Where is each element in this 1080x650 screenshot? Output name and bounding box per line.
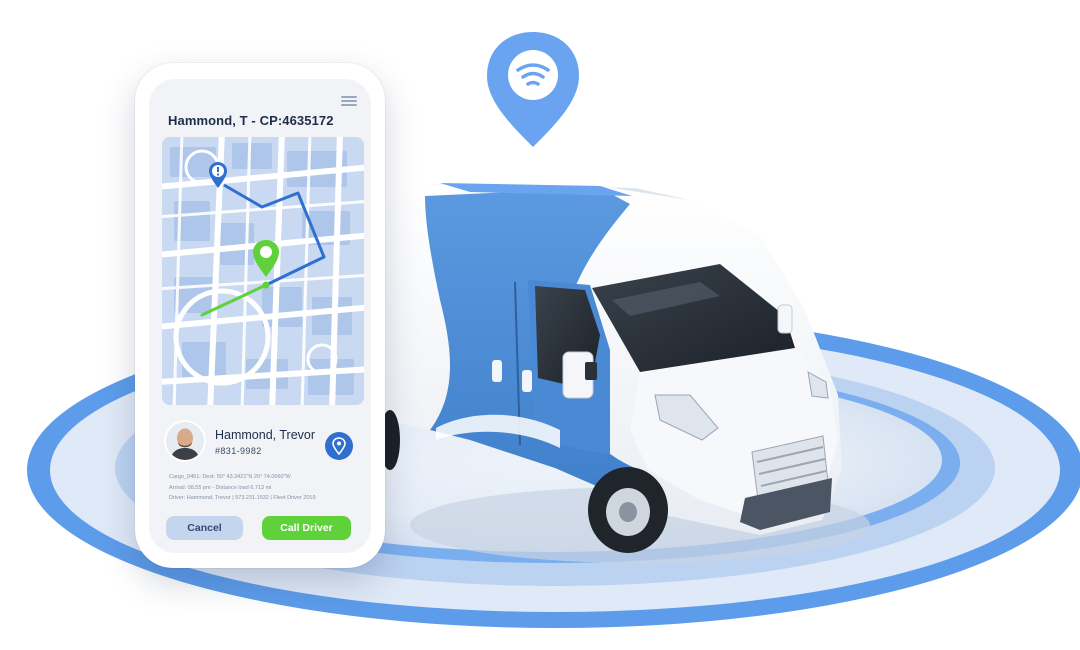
detail-line: Arrival: 08.55 pm - Distance load 6.713 … <box>169 484 272 491</box>
detail-line: Cargo_0451: Dest: 50° 43.3421"N 20° 74.0… <box>169 474 291 480</box>
phone-mockup: Hammond, T - CP:4635172 Hammond, Trevor … <box>135 63 385 568</box>
driver-name: Hammond, Trevor <box>215 428 316 442</box>
green-location-pin-icon[interactable] <box>251 238 281 278</box>
shipment-details: Cargo_0451: Dest: 50° 43.3421"N 20° 74.0… <box>169 472 316 504</box>
detail-line: Driver: Hammond, Trevor | 573.231.1532 |… <box>169 495 316 501</box>
tracking-app-screen: Hammond, T - CP:4635172 Hammond, Trevor … <box>149 79 371 553</box>
hamburger-menu-icon[interactable] <box>341 96 357 106</box>
location-pin-icon <box>332 437 346 455</box>
call-driver-button[interactable]: Call Driver <box>262 516 351 540</box>
driver-id: #831-9982 <box>215 446 262 456</box>
exclamation-pin-icon[interactable] <box>208 161 228 189</box>
shipment-title: Hammond, T - CP:4635172 <box>168 113 334 128</box>
location-button[interactable] <box>325 432 353 460</box>
route-map[interactable] <box>162 137 364 405</box>
driver-photo <box>166 422 204 460</box>
wifi-signal-pin-icon <box>487 32 579 147</box>
avatar <box>166 422 204 460</box>
cancel-button[interactable]: Cancel <box>166 516 243 540</box>
